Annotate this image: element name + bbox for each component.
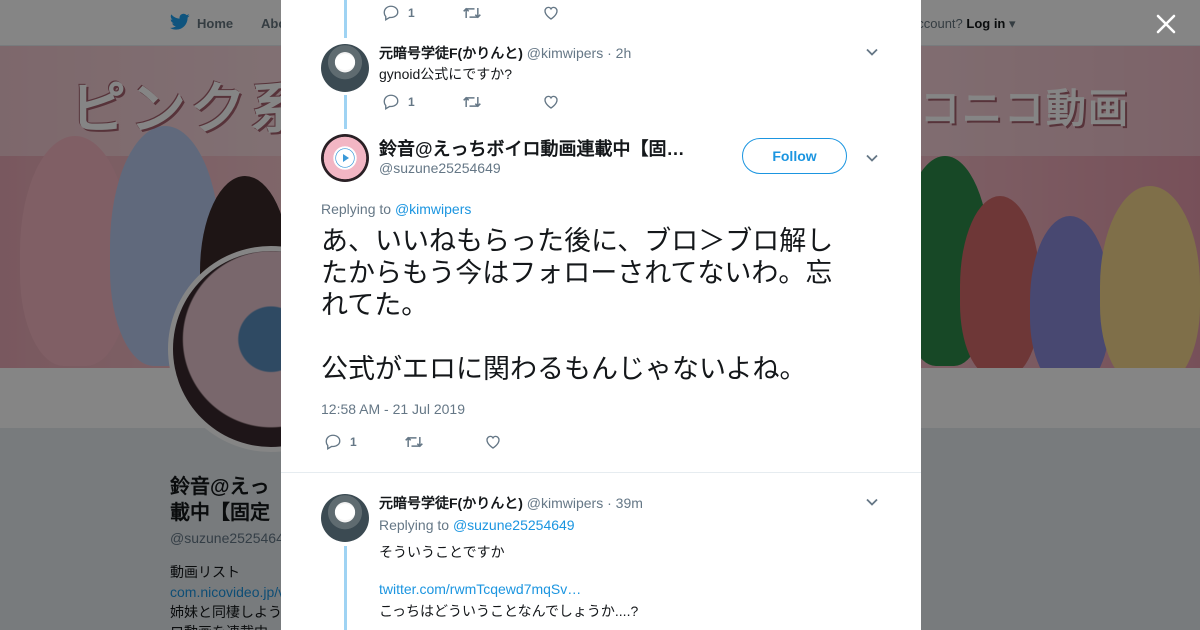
reply-icon [383,94,399,110]
tweet-text: gynoid公式にですか? [379,66,513,82]
chevron-down-icon[interactable] [864,44,880,60]
reply-count: 1 [350,435,357,449]
tweet-text: こっちはどういうことなんでしょうか....? [379,603,639,619]
reply-action[interactable]: 1 [324,433,404,451]
user-avatar[interactable] [321,44,369,92]
reply-action[interactable]: 1 [382,4,462,22]
heart-icon [544,6,558,20]
chevron-down-icon[interactable] [864,150,880,166]
like-action[interactable] [542,93,560,111]
heart-icon [544,95,558,109]
main-tweet-text: あ、いいねもらった後に、ブロ＞ブロ解し たからもう今はフォローされてないわ。忘 … [321,226,866,386]
tweet-actions: 1 [324,433,502,451]
retweet-icon [463,96,481,108]
chevron-down-icon[interactable] [864,494,880,510]
tweet-actions: 1 [382,4,560,22]
reply-count: 1 [408,95,415,109]
tweet-text-line: れてた。 [321,290,429,321]
replying-prefix: Replying to [321,201,392,217]
replying-to-link[interactable]: @kimwipers [395,201,471,217]
tweet-text-line: あ、いいねもらった後に、ブロ＞ブロ解し [321,226,834,257]
tweet-modal: 1 元暗号学徒F(かりんと) @kimwipers · 2h gynoid公式に… [281,0,921,630]
replying-to: Replying to @kimwipers [321,201,471,217]
retweet-action[interactable] [462,93,542,111]
replying-prefix: Replying to [379,517,450,533]
author-name: 元暗号学徒F(かりんと) [379,495,523,511]
tweet-actions: 1 [382,93,560,111]
retweet-action[interactable] [404,433,484,451]
heart-icon [486,435,500,449]
thread-line [344,546,347,630]
follow-button[interactable]: Follow [742,138,847,174]
replying-to-link[interactable]: @suzune25254649 [453,517,575,533]
play-icon [336,149,354,167]
retweet-action[interactable] [462,4,542,22]
close-icon[interactable] [1152,10,1180,38]
divider [281,472,921,473]
like-action[interactable] [542,4,560,22]
thread-line [344,95,347,129]
author-name: 元暗号学徒F(かりんと) [379,45,523,61]
tweet-text-line: たからもう今はフォローされてないわ。忘 [321,258,833,289]
user-avatar[interactable] [321,494,369,542]
tweet-text-line: 公式がエロに関わるもんじゃないよね。 [321,354,807,385]
tweet-time[interactable]: · 2h [607,45,631,61]
reply-action[interactable]: 1 [382,93,462,111]
retweet-icon [463,7,481,19]
reply-icon [383,5,399,21]
author-handle: @kimwipers [526,45,604,61]
replying-to: Replying to @suzune25254649 [379,517,575,533]
main-tweet-author-handle[interactable]: @suzune25254649 [379,160,501,176]
tweet-text: そういうことですか [379,544,505,560]
tweet-time[interactable]: · 39m [607,495,643,511]
main-tweet-author-name[interactable]: 鈴音@えっちボイロ動画連載中【固… [379,135,685,161]
tweet-author[interactable]: 元暗号学徒F(かりんと) @kimwipers · 2h [379,43,631,63]
tweet-timestamp[interactable]: 12:58 AM - 21 Jul 2019 [321,401,465,417]
author-handle: @kimwipers [526,495,604,511]
thread-line [344,0,347,38]
tweet-link[interactable]: twitter.com/rwmTcqewd7mqSv… [379,581,581,597]
reply-count: 1 [408,6,415,20]
tweet-author[interactable]: 元暗号学徒F(かりんと) @kimwipers · 39m [379,493,643,513]
reply-icon [325,434,341,450]
like-action[interactable] [484,433,502,451]
retweet-icon [405,436,423,448]
